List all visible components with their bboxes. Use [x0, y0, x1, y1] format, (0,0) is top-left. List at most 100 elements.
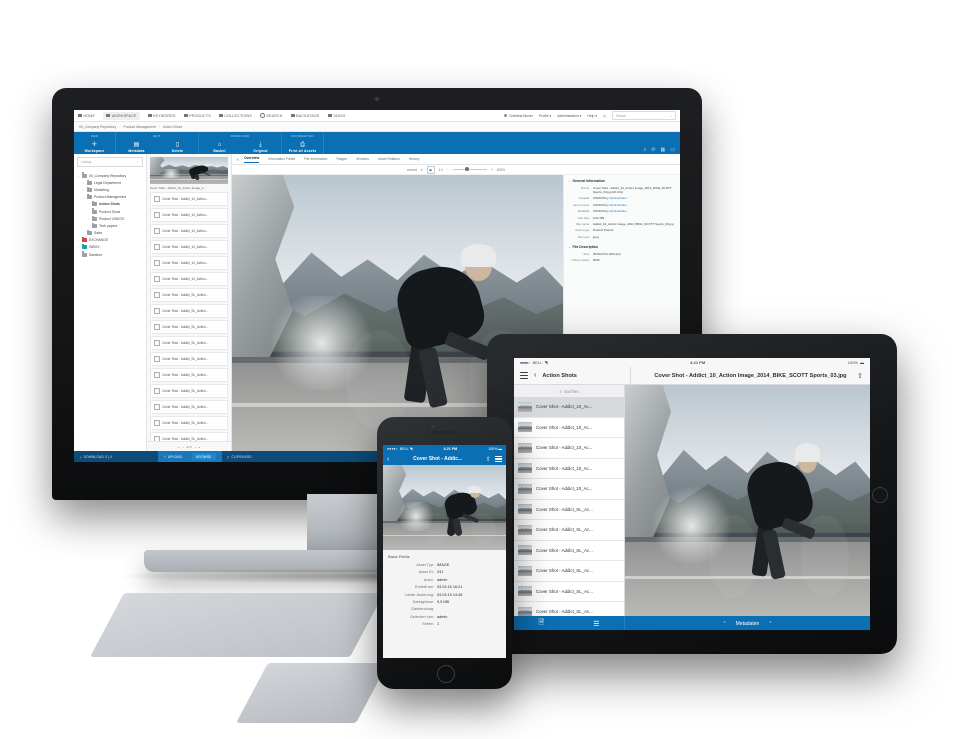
menu-item-products[interactable]: PRODUCTS — [183, 114, 211, 118]
checkbox[interactable] — [154, 371, 160, 379]
checkbox[interactable] — [154, 259, 160, 267]
tree-node[interactable]: › Marketing — [77, 186, 146, 193]
tree-node[interactable]: Sandbox — [77, 251, 146, 258]
iphone-home-button[interactable] — [436, 665, 455, 683]
chevron-down-icon[interactable]: ▾ — [421, 168, 423, 172]
checkbox[interactable] — [154, 387, 160, 395]
tree-twisty-icon[interactable]: › — [82, 231, 85, 235]
fit-view-icon[interactable]: ▣ — [426, 165, 435, 174]
ipad-list-item[interactable]: Cover Shot - Addict_10_Ac... — [514, 438, 624, 459]
tab-history[interactable]: History — [409, 157, 420, 161]
checkbox[interactable] — [154, 243, 160, 251]
asset-list-item[interactable]: Cover Shot - Addict_SL_Action... — [150, 319, 228, 335]
asset-list-item[interactable]: Cover Shot - Addict_10_Action... — [150, 207, 228, 223]
tree-twisty-icon[interactable]: ⌄ — [82, 195, 85, 199]
ipad-list-item[interactable]: Cover Shot - Addict_SL_Ac... — [514, 500, 624, 520]
metadata-link[interactable]: Administrator — [609, 203, 627, 207]
tree-node[interactable]: › Product VIDEOS — [77, 215, 146, 222]
ipad-list-item[interactable]: Cover Shot - Addict_10_Ac... — [514, 479, 624, 500]
back-icon[interactable]: ‹ — [534, 372, 536, 379]
asset-list-item[interactable]: Cover Shot - Addict_SL_Action... — [150, 351, 228, 367]
asset-list-item[interactable]: Cover Shot - Addict_10_Action... — [150, 223, 228, 239]
share-icon[interactable]: ⇧ — [857, 372, 863, 380]
checkbox[interactable] — [154, 323, 160, 331]
checkbox[interactable] — [154, 227, 160, 235]
collapse-icon[interactable]: ▭ — [670, 147, 675, 153]
list-icon[interactable]: ☰ — [593, 620, 599, 628]
ipad-list-item[interactable]: Cover Shot - Addict_SL_Ac... — [514, 561, 624, 582]
ipad-list-item[interactable]: Cover Shot - Addict_10_Ac... — [514, 397, 624, 418]
global-search-input[interactable]: Search ⌕ — [612, 111, 676, 120]
tree-node[interactable]: ⌄ Product Management — [77, 193, 146, 201]
asset-list-item[interactable]: Cover Shot - Addict_SL_Action... — [150, 287, 228, 303]
chevron-up-icon[interactable]: ⌃ — [722, 621, 726, 627]
tree-node[interactable]: Action Shots — [77, 200, 146, 208]
close-icon[interactable]: ✕ — [236, 157, 239, 162]
file-description-header[interactable]: ⌄ File Description — [568, 245, 676, 249]
share-icon[interactable]: ⇧ — [486, 456, 491, 463]
tree-twisty-icon[interactable]: › — [77, 238, 80, 242]
iphone-asset-preview[interactable] — [383, 465, 506, 550]
metadata-button-label[interactable]: Metadaten — [736, 621, 760, 627]
ipad-list-item[interactable]: Cover Shot - Addict_SL_Ac... — [514, 520, 624, 541]
status-clipboard[interactable]: ▯ CLIPBOARD — [222, 451, 258, 462]
checkbox[interactable] — [154, 403, 160, 411]
ipad-list-item[interactable]: Cover Shot - Addict_SL_Ac... — [514, 582, 624, 602]
browse-button[interactable]: BROWSE — [192, 453, 216, 460]
grid-view-icon[interactable]: ▦ — [661, 147, 666, 153]
menu-item-home[interactable]: HOME — [78, 114, 95, 118]
chevron-up-icon[interactable]: ⌃ — [768, 621, 772, 627]
tree-node[interactable]: ⌄ 00_Company Repository — [77, 172, 146, 179]
document-icon[interactable]: 🗎 — [539, 618, 545, 629]
settings-icon[interactable]: ⌕ — [644, 147, 647, 153]
asset-list-pager[interactable]: « ‹ of 9 › » — [147, 441, 231, 451]
tree-twisty-icon[interactable]: › — [87, 217, 90, 221]
asset-list-item[interactable]: Cover Shot - Addict_10_Action... — [150, 192, 228, 207]
menu-item-keywords[interactable]: KEYWORDS — [147, 114, 176, 118]
asset-list-item[interactable]: Cover Shot - Addict_10_Action... — [150, 239, 228, 255]
menu-item-collections[interactable]: COLLECTIONS — [218, 114, 252, 118]
tree-twisty-icon[interactable]: › — [82, 188, 85, 192]
prev-page-icon[interactable]: ‹ — [182, 445, 183, 449]
tree-node[interactable]: › INBOX — [77, 244, 146, 251]
checkbox[interactable] — [154, 355, 160, 363]
history-icon[interactable]: ◷ — [603, 114, 606, 118]
zoom-out-icon[interactable]: − — [447, 168, 449, 172]
asset-list[interactable]: Cover Shot - Addict_10_Action... Cover Sh… — [147, 192, 231, 441]
menu-icon[interactable] — [520, 372, 528, 379]
tab-versions[interactable]: Versions — [356, 157, 369, 161]
first-page-icon[interactable]: « — [178, 445, 180, 449]
ipad-list-item[interactable]: Cover Shot - Addict_SL_Ac... — [514, 541, 624, 561]
tree-node[interactable]: › EXCHANGE — [77, 237, 146, 244]
lookup-input[interactable]: Lookup ⌕ — [77, 157, 143, 167]
ipad-list-item[interactable]: Cover Shot - Addict_10_Ac... — [514, 418, 624, 438]
tree-twisty-icon[interactable]: › — [77, 245, 80, 249]
asset-list-item[interactable]: Cover Shot - Addict_SL_Action... — [150, 303, 228, 319]
checkbox[interactable] — [154, 275, 160, 283]
tab-stages[interactable]: Stages — [336, 157, 347, 161]
ipad-list-item[interactable]: Cover Shot - Addict_SL_Ac... — [514, 602, 624, 616]
ipad-asset-preview[interactable] — [625, 385, 870, 616]
tree-node[interactable]: Tech papers — [77, 222, 146, 229]
back-icon[interactable]: ‹ — [387, 456, 389, 463]
checkbox[interactable] — [154, 196, 160, 203]
last-page-icon[interactable]: » — [199, 445, 201, 449]
status-download[interactable]: ⤓ DOWNLOAD 0 | 0 — [74, 451, 118, 462]
view-preset-select[interactable]: current — [407, 168, 417, 172]
tab-asset-relation[interactable]: Asset Relation — [378, 157, 400, 161]
asset-hero-thumbnail[interactable] — [150, 157, 228, 184]
asset-list-item[interactable]: Cover Shot - Addict_SL_Action... — [150, 399, 228, 415]
menu-item-backstage[interactable]: BACKSTAGE — [290, 114, 320, 118]
checkbox[interactable] — [154, 211, 160, 219]
asset-list-item[interactable]: Cover Shot - Addict_10_Action... — [150, 271, 228, 287]
ipad-home-button[interactable] — [872, 487, 888, 503]
next-page-icon[interactable]: › — [195, 445, 196, 449]
menu-item-tasks[interactable]: TASKS — [327, 114, 346, 118]
asset-list-item[interactable]: Cover Shot - Addict_SL_Action... — [150, 367, 228, 383]
breadcrumb-item[interactable]: Product Management — [123, 125, 155, 129]
checkbox[interactable] — [154, 419, 160, 427]
breadcrumb-item[interactable]: Action Shots — [163, 125, 182, 129]
metadata-link[interactable]: Administrator — [609, 196, 627, 200]
status-upload[interactable]: ⤒ UPLOAD BROWSE — [158, 451, 222, 462]
checkbox[interactable] — [154, 339, 160, 347]
